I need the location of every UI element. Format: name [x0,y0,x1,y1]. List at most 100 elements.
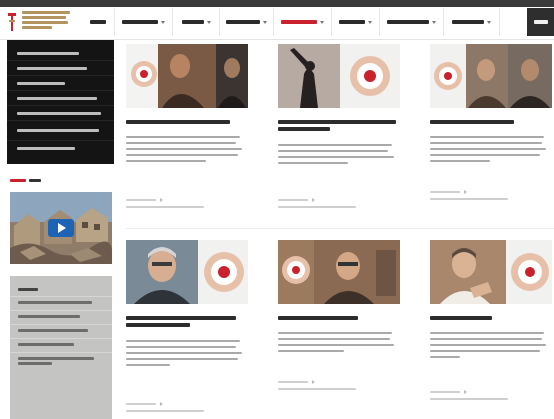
arrow-right-icon[interactable] [160,198,163,202]
article-title[interactable] [126,120,246,127]
article-date [430,391,460,393]
site-logo-text[interactable] [22,11,74,33]
article-title-text [278,120,396,124]
arrow-right-icon[interactable] [312,198,315,202]
article-excerpt-text [430,136,544,138]
nav-item-3[interactable] [173,8,220,36]
article-footer [278,206,356,208]
article-image[interactable] [278,44,400,108]
top-strip [0,0,554,7]
sidebar-link-label [18,343,74,346]
video-heading-accent [10,178,26,182]
nav-label [387,20,429,24]
article-title-text [126,120,230,124]
article-title[interactable] [278,120,398,134]
article-card [426,44,552,222]
article-card [122,240,248,418]
chevron-down-icon [320,20,324,24]
article-title[interactable] [430,316,550,323]
article-image[interactable] [430,240,552,304]
article-excerpt-text [278,332,392,334]
article-photo [126,240,248,304]
sidebar-item-6[interactable] [7,121,114,141]
nav-item-8[interactable] [444,8,500,36]
article-excerpt-text [430,332,544,334]
article-title-text [126,316,236,320]
article-footer [126,410,204,412]
article-card [274,240,400,418]
sidebar-item-2[interactable] [7,61,114,76]
nav-item-4[interactable] [220,8,274,36]
article-excerpt-line [430,148,546,150]
sidebar-link-4[interactable] [10,338,112,352]
sidebar-link-5[interactable] [10,352,112,371]
article-date [278,199,308,201]
chevron-down-icon [161,20,165,24]
logo-line [22,26,52,29]
arrow-right-icon[interactable] [464,390,467,394]
sidebar-item-3[interactable] [7,76,114,91]
sidebar-item-label [17,51,79,55]
sidebar-link-label [18,301,92,304]
sidebar-link-1[interactable] [10,296,112,310]
article-excerpt-line [278,350,344,352]
chevron-down-icon [368,20,372,24]
sidebar-menu [7,40,114,164]
arrow-right-icon[interactable] [312,380,315,384]
article-image[interactable] [126,44,248,108]
article-meta [126,198,244,211]
sidebar-links-title-text [18,287,38,291]
row-divider [126,228,554,229]
article-meta [430,190,548,203]
article-footer [278,388,356,390]
article-excerpt-line [126,160,206,162]
article-image[interactable] [430,44,552,108]
article-excerpt [430,136,548,166]
article-excerpt-line [126,364,170,366]
article-excerpt-line [430,338,542,340]
arrow-right-icon[interactable] [464,190,467,194]
video-thumbnail[interactable] [10,192,112,264]
article-excerpt-line [430,154,540,156]
article-title[interactable] [278,316,398,323]
article-image[interactable] [278,240,400,304]
article-title-line [278,127,330,131]
article-date [278,381,308,383]
nav-item-5[interactable] [274,8,332,36]
article-image[interactable] [126,240,248,304]
article-excerpt-line [126,352,242,354]
sidebar-item-5[interactable] [7,106,114,121]
article-excerpt-line [278,338,390,340]
sidebar-item-4[interactable] [7,91,114,106]
nav-item-1[interactable] [82,8,115,36]
login-label [533,20,548,24]
article-excerpt-line [278,156,394,158]
article-footer [126,206,204,208]
sidebar-link-3[interactable] [10,324,112,338]
login-button[interactable] [527,8,554,36]
article-title[interactable] [126,316,246,330]
sidebar-link-2[interactable] [10,310,112,324]
article-excerpt-line [278,150,388,152]
main-nav [82,8,522,36]
sidebar-item-label [17,81,65,85]
nav-item-6[interactable] [332,8,380,36]
article-excerpt-line [430,356,460,358]
video-heading [10,176,41,184]
sidebar-item-7[interactable] [7,141,114,156]
play-button[interactable] [48,219,74,237]
nav-label [452,20,484,24]
arrow-right-icon[interactable] [160,402,163,406]
nav-label [122,20,158,24]
article-excerpt [126,136,244,166]
nav-item-7[interactable] [380,8,444,36]
site-header [0,0,554,40]
sidebar-item-1[interactable] [7,46,114,61]
article-title[interactable] [430,120,550,127]
logo-line [22,11,70,14]
video-heading-rest [29,178,41,182]
article-excerpt-line [430,344,546,346]
site-logo-icon[interactable] [6,9,18,35]
play-icon [58,223,66,233]
nav-item-2[interactable] [115,8,173,36]
